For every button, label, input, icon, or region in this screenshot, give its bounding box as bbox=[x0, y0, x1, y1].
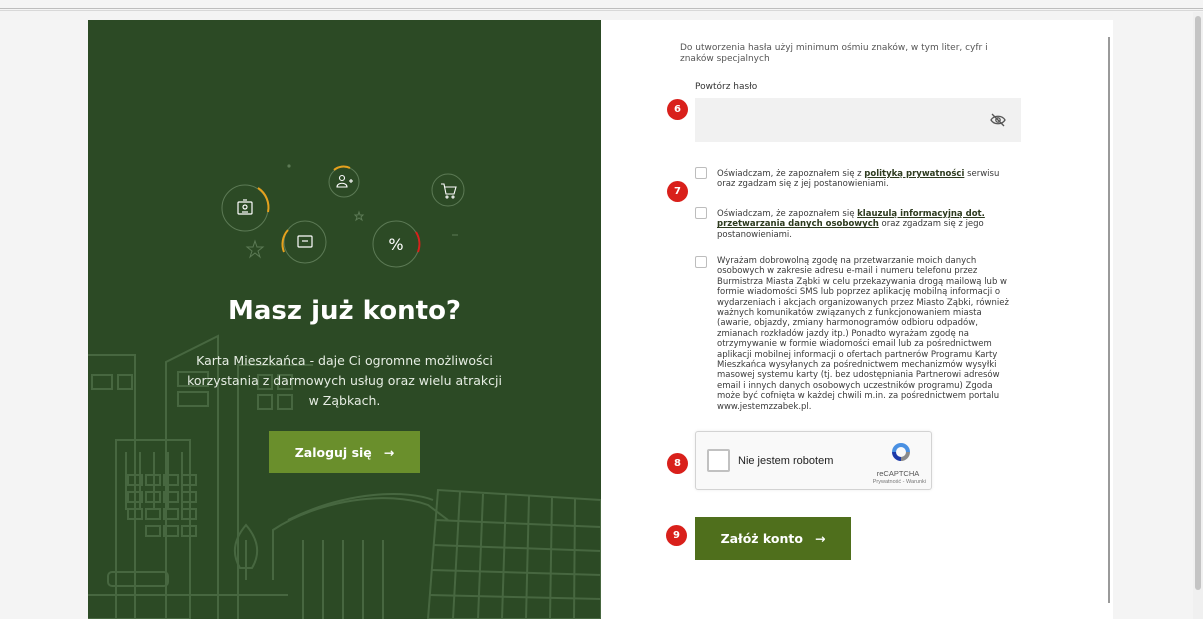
login-button[interactable]: Zaloguj się → bbox=[269, 431, 420, 473]
login-promo-panel: % Masz już konto? Karta Mieszkańca - daj… bbox=[88, 20, 601, 619]
percent-icon: % bbox=[388, 235, 403, 254]
annotation-badge-8: 8 bbox=[667, 453, 688, 474]
privacy-consent-text: Oświadczam, że zapoznałem się z polityką… bbox=[717, 169, 1017, 190]
recaptcha-logo-icon bbox=[892, 443, 910, 461]
browser-top-border-secondary bbox=[0, 10, 1203, 11]
password-hint: Do utworzenia hasła użyj minimum ośmiu z… bbox=[680, 43, 988, 64]
privacy-policy-link[interactable]: polityką prywatności bbox=[864, 169, 964, 179]
marketing-consent-text: Wyrażam dobrowolną zgodę na przetwarzani… bbox=[717, 256, 1009, 412]
annotation-badge-9: 9 bbox=[666, 525, 687, 546]
recaptcha-label: Nie jestem robotem bbox=[738, 455, 834, 467]
annotation-badge-7: 7 bbox=[667, 181, 688, 202]
browser-top-border bbox=[0, 8, 1203, 9]
arrow-right-icon: → bbox=[383, 444, 395, 460]
form-scrollbar[interactable] bbox=[1108, 37, 1110, 603]
privacy-consent-checkbox[interactable] bbox=[695, 167, 707, 179]
create-account-label: Załóż konto bbox=[720, 531, 803, 546]
id-card-icon bbox=[237, 199, 253, 215]
page-scrollbar-thumb[interactable] bbox=[1195, 16, 1201, 590]
ticket-icon bbox=[297, 235, 313, 248]
annotation-badge-6: 6 bbox=[667, 99, 688, 120]
login-button-label: Zaloguj się bbox=[294, 444, 372, 460]
create-account-button[interactable]: Załóż konto → bbox=[695, 517, 851, 560]
data-clause-consent-text: Oświadczam, że zapoznałem się klauzulą i… bbox=[717, 209, 1017, 240]
add-user-icon bbox=[336, 174, 353, 188]
promo-description: Karta Mieszkańca - daje Ci ogromne możli… bbox=[187, 353, 502, 408]
registration-form-panel: Do utworzenia hasła użyj minimum ośmiu z… bbox=[601, 20, 1113, 619]
cart-icon bbox=[441, 183, 457, 199]
eye-off-icon[interactable] bbox=[990, 113, 1006, 127]
data-clause-consent-checkbox[interactable] bbox=[695, 207, 707, 219]
repeat-password-input[interactable] bbox=[695, 98, 1021, 142]
data-clause-consent-prefix: Oświadczam, że zapoznałem się bbox=[717, 209, 858, 219]
page-title: Masz już konto? bbox=[227, 296, 462, 326]
recaptcha-terms[interactable]: Prywatność - Warunki bbox=[846, 479, 930, 485]
marketing-consent-checkbox[interactable] bbox=[695, 256, 707, 268]
arrow-right-icon: → bbox=[814, 531, 826, 546]
recaptcha-brand: reCAPTCHA bbox=[876, 469, 920, 478]
privacy-consent-prefix: Oświadczam, że zapoznałem się z bbox=[717, 169, 865, 179]
repeat-password-label: Powtórz hasło bbox=[695, 82, 758, 92]
page-scrollbar[interactable] bbox=[1193, 12, 1203, 619]
recaptcha-widget: Nie jestem robotem reCAPTCHA Prywatność … bbox=[695, 431, 932, 490]
recaptcha-checkbox[interactable] bbox=[707, 449, 730, 472]
